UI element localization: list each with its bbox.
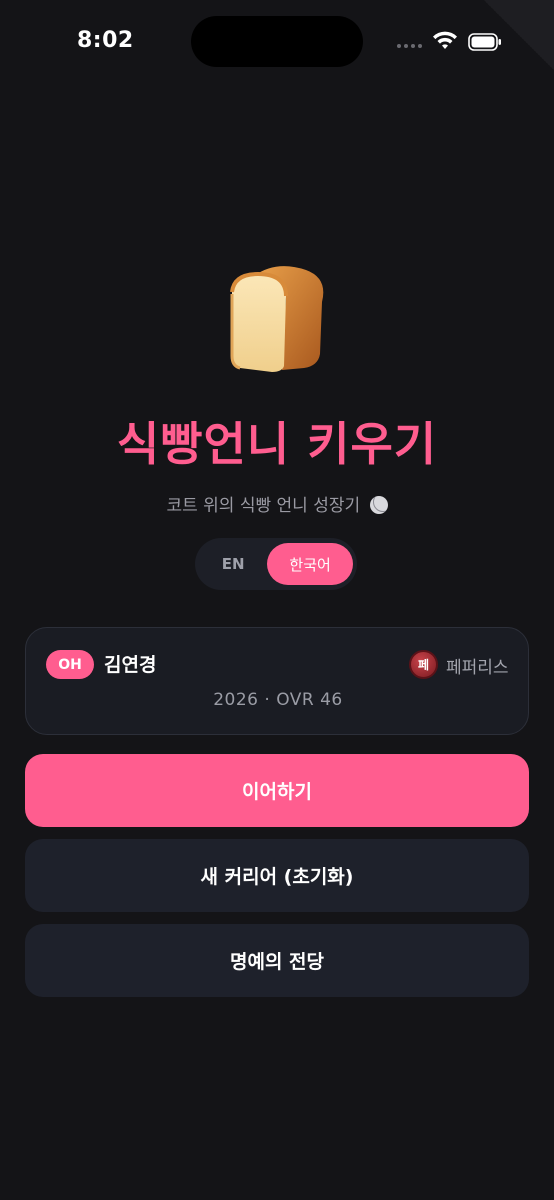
player-name: 김연경 bbox=[104, 654, 157, 676]
status-time: 8:02 bbox=[77, 28, 134, 53]
language-option-en[interactable]: EN bbox=[199, 543, 267, 585]
corner-decoration bbox=[484, 0, 554, 70]
cellular-signal-icon bbox=[397, 44, 422, 48]
team-logo: 페 bbox=[409, 650, 438, 679]
language-option-ko[interactable]: 한국어 bbox=[267, 543, 353, 585]
language-toggle: EN 한국어 bbox=[195, 538, 357, 590]
new-career-button[interactable]: 새 커리어 (초기화) bbox=[25, 839, 529, 912]
volleyball-icon bbox=[369, 496, 388, 514]
position-badge: OH bbox=[46, 650, 94, 679]
wifi-icon bbox=[433, 31, 457, 49]
app-title: 식빵언니 키우기 bbox=[116, 417, 438, 471]
continue-button[interactable]: 이어하기 bbox=[25, 754, 529, 827]
app-subtitle: 코트 위의 식빵 언니 성장기 bbox=[0, 491, 554, 516]
season-ovr: 2026 · OVR 46 bbox=[213, 690, 343, 710]
team-name: 페퍼리스 bbox=[446, 658, 509, 678]
dynamic-island bbox=[191, 16, 363, 67]
status-bar: 8:02 bbox=[0, 0, 554, 90]
subtitle-text: 코트 위의 식빵 언니 성장기 bbox=[166, 496, 361, 516]
player-card[interactable]: OH 김연경 페 페퍼리스 2026 · OVR 46 bbox=[25, 627, 529, 735]
hall-of-fame-button[interactable]: 명예의 전당 bbox=[25, 924, 529, 997]
bread-icon bbox=[230, 266, 324, 372]
